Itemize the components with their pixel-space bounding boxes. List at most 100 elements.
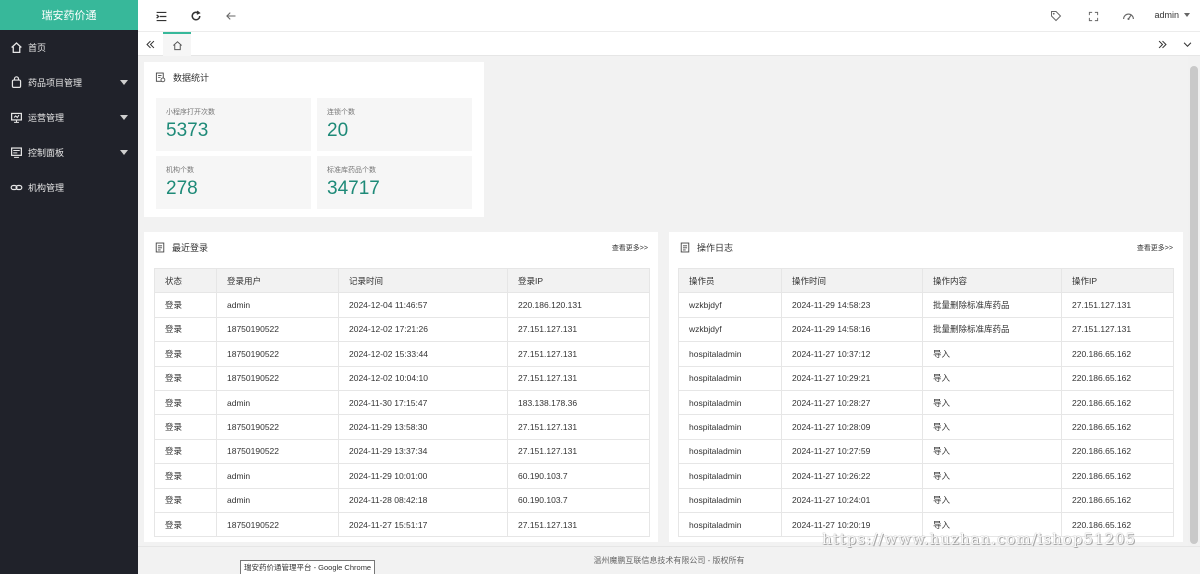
- table-cell: 登录: [154, 365, 217, 391]
- tabs-scroll-left-icon[interactable]: [142, 36, 158, 52]
- table-row: hospitaladmin 2024-11-27 10:26:22 导入 220.18…: [678, 463, 1174, 489]
- table-cell: 18750190522: [216, 365, 339, 391]
- top-header: admin: [138, 0, 1200, 32]
- table-row: 登录 admin 2024-11-29 10:01:00 60.190.103.7: [154, 463, 650, 489]
- window-tooltip: 瑞安药价通管理平台 - Google Chrome: [240, 560, 376, 574]
- scrollbar-thumb[interactable]: [1190, 66, 1198, 544]
- table-cell: 2024-11-27 10:29:21: [781, 365, 923, 391]
- sidebar-item-control-panel[interactable]: 控制面板: [0, 135, 138, 170]
- table-row: hospitaladmin 2024-11-27 10:28:27 导入 220.18…: [678, 389, 1174, 416]
- table-cell: 183.138.178.36: [507, 389, 650, 416]
- chevron-down-icon: [1184, 13, 1190, 17]
- column-header: 状态: [154, 267, 217, 294]
- table-cell: 2024-11-27 10:28:09: [781, 414, 923, 440]
- table-cell: 18750190522: [216, 316, 339, 343]
- bag-icon: [9, 76, 23, 90]
- table-cell: 登录: [154, 438, 217, 465]
- recent-login-more-link[interactable]: 查看更多>>: [612, 243, 648, 253]
- table-row: wzkbjdyf 2024-11-29 14:58:16 批量删除标准库药品 27.1…: [678, 316, 1174, 343]
- table-cell: wzkbjdyf: [678, 316, 782, 343]
- table-cell: hospitaladmin: [678, 414, 782, 440]
- card-title: 最近登录: [155, 241, 208, 254]
- recent-login-title: 最近登录: [172, 243, 209, 253]
- table-cell: 登录: [154, 389, 217, 416]
- table-row: wzkbjdyf 2024-11-29 14:58:23 批量删除标准库药品 27.1…: [678, 292, 1174, 318]
- table-cell: 18750190522: [216, 511, 339, 538]
- operation-log-more-link[interactable]: 查看更多>>: [1137, 243, 1173, 253]
- table-row: hospitaladmin 2024-11-27 10:29:21 导入 220.18…: [678, 365, 1174, 391]
- table-row: 登录 18750190522 2024-12-02 17:21:26 27.151.1…: [154, 316, 650, 343]
- table-cell: 2024-12-04 11:46:57: [338, 292, 508, 318]
- stat-label: 机构个数: [166, 167, 194, 174]
- tab-home[interactable]: [163, 32, 191, 56]
- table-cell: 27.151.127.131: [507, 511, 650, 538]
- sidebar-item-label: 运营管理: [28, 113, 65, 123]
- app-logo[interactable]: 瑞安药价通: [0, 0, 138, 30]
- stat-value: 5373: [166, 120, 209, 141]
- operation-log-card: 操作日志 查看更多>> 操作员 操作时间 操作内容 操作IP wzkbjdyf 2…: [669, 232, 1183, 542]
- table-header-row: 状态 登录用户 记录时间 登录IP: [154, 267, 650, 294]
- column-header: 操作员: [678, 267, 782, 294]
- table-cell: 27.151.127.131: [1061, 316, 1174, 343]
- theme-icon[interactable]: [1120, 8, 1136, 24]
- link-icon: [9, 181, 23, 195]
- table-row: 登录 18750190522 2024-11-29 13:37:34 27.151.1…: [154, 438, 650, 465]
- sidebar-item-drug-projects[interactable]: 药品项目管理: [0, 65, 138, 100]
- user-menu[interactable]: admin: [1154, 10, 1190, 20]
- sidebar-item-label: 首页: [28, 43, 47, 53]
- table-cell: 2024-11-27 10:28:27: [781, 389, 923, 416]
- document-icon: [680, 242, 690, 253]
- column-header: 操作内容: [922, 267, 1062, 294]
- tag-icon[interactable]: [1048, 8, 1064, 24]
- table-cell: admin: [216, 463, 339, 489]
- table-cell: 220.186.65.162: [1061, 463, 1174, 489]
- fullscreen-icon[interactable]: [1085, 8, 1101, 24]
- table-cell: 2024-11-27 10:24:01: [781, 487, 923, 513]
- table-cell: 登录: [154, 292, 217, 318]
- sidebar-item-institutions[interactable]: 机构管理: [0, 170, 138, 205]
- sidebar-item-label: 控制面板: [28, 148, 65, 158]
- table-cell: 2024-11-29 13:37:34: [338, 438, 508, 465]
- stat-label: 小程序打开次数: [166, 109, 215, 116]
- sidebar-item-home[interactable]: 首页: [0, 30, 138, 65]
- stat-box: 连锁个数 20: [317, 98, 472, 151]
- home-icon: [9, 41, 23, 55]
- operation-log-table: 操作员 操作时间 操作内容 操作IP wzkbjdyf 2024-11-29 14…: [678, 267, 1174, 538]
- table-cell: 220.186.65.162: [1061, 389, 1174, 416]
- column-header: 操作IP: [1061, 267, 1174, 294]
- table-cell: 2024-11-29 14:58:16: [781, 316, 923, 343]
- menu-collapse-icon[interactable]: [153, 8, 169, 24]
- table-cell: 18750190522: [216, 438, 339, 465]
- table-cell: 登录: [154, 316, 217, 343]
- table-cell: 220.186.65.162: [1061, 414, 1174, 440]
- table-cell: hospitaladmin: [678, 463, 782, 489]
- table-cell: 2024-11-29 10:01:00: [338, 463, 508, 489]
- table-cell: 导入: [922, 414, 1062, 440]
- table-row: hospitaladmin 2024-11-27 10:28:09 导入 220.18…: [678, 414, 1174, 440]
- stats-title: 数据统计: [173, 73, 210, 83]
- table-cell: 60.190.103.7: [507, 463, 650, 489]
- table-cell: hospitaladmin: [678, 511, 782, 538]
- table-cell: admin: [216, 487, 339, 513]
- table-cell: 导入: [922, 365, 1062, 391]
- sidebar-item-label: 药品项目管理: [28, 78, 83, 88]
- chevron-down-icon: [120, 80, 128, 85]
- back-arrow-icon[interactable]: [223, 8, 239, 24]
- refresh-icon[interactable]: [188, 8, 204, 24]
- tabs-scroll-right-icon[interactable]: [1154, 36, 1170, 52]
- column-header: 登录IP: [507, 267, 650, 294]
- table-cell: 2024-11-29 14:58:23: [781, 292, 923, 318]
- table-row: hospitaladmin 2024-11-27 10:37:12 导入 220.18…: [678, 341, 1174, 367]
- table-cell: 登录: [154, 341, 217, 367]
- table-cell: 27.151.127.131: [507, 341, 650, 367]
- table-row: hospitaladmin 2024-11-27 10:24:01 导入 220.18…: [678, 487, 1174, 513]
- stat-label: 标准库药品个数: [327, 167, 376, 174]
- sidebar-item-operations[interactable]: 运营管理: [0, 100, 138, 135]
- table-cell: 2024-11-30 17:15:47: [338, 389, 508, 416]
- sidebar: 瑞安药价通 首页 药品项目管理 运营管理 控制面板 机构管理: [0, 0, 138, 574]
- table-cell: 220.186.65.162: [1061, 487, 1174, 513]
- tabs-menu-chevron-icon[interactable]: [1179, 36, 1195, 52]
- table-cell: 220.186.65.162: [1061, 341, 1174, 367]
- operation-log-title: 操作日志: [697, 243, 734, 253]
- content-scrollbar[interactable]: [1188, 56, 1200, 546]
